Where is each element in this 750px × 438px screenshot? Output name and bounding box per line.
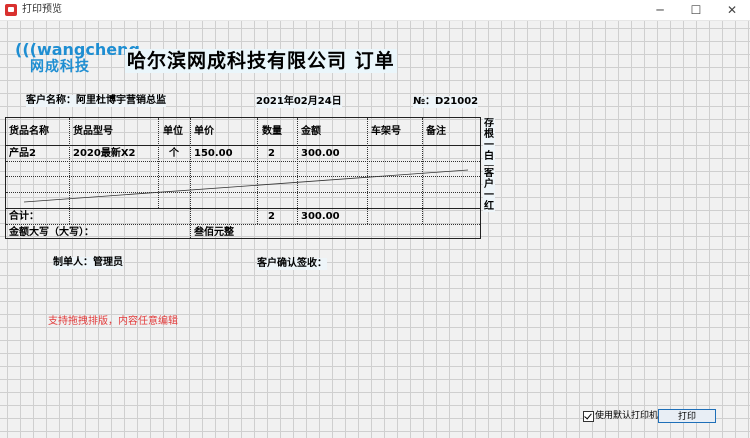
title-bar: 打印预览 ─ ☐ ✕: [0, 0, 750, 21]
company-title[interactable]: 哈尔滨网成科技有限公司 订单: [125, 49, 397, 73]
close-button[interactable]: ✕: [714, 0, 750, 20]
order-table[interactable]: 货品名称 货品型号 单位 单价 数量 金额 车架号 备注 产品2 2020最新X…: [5, 117, 481, 239]
minimize-button[interactable]: ─: [642, 0, 678, 20]
row1-model[interactable]: 2020最新X2: [73, 148, 136, 160]
col-header-amount[interactable]: 金额: [301, 126, 321, 138]
stub-copy-strip[interactable]: 存根一白一: [483, 118, 495, 166]
row1-price[interactable]: 150.00: [194, 148, 233, 160]
row1-amount[interactable]: 300.00: [301, 148, 340, 160]
drag-edit-hint[interactable]: 支持拖拽排版，内容任意编辑: [48, 316, 178, 328]
col-header-name[interactable]: 货品名称: [9, 126, 49, 138]
printer-app-icon: [5, 4, 17, 16]
total-label[interactable]: 合计：: [9, 211, 39, 223]
amount-words-label[interactable]: 金额大写（大写）：: [9, 227, 94, 239]
customer-sign-label[interactable]: 客户确认签收：: [257, 258, 327, 270]
default-printer-checkbox[interactable]: [583, 411, 594, 422]
amount-words[interactable]: 叁佰元整: [194, 227, 234, 239]
maker-label[interactable]: 制单人：管理员: [53, 257, 123, 269]
total-qty[interactable]: 2: [268, 211, 275, 223]
window-title: 打印预览: [22, 4, 62, 15]
print-button[interactable]: 打印: [658, 409, 716, 423]
order-date[interactable]: 2021年02月24日: [256, 96, 342, 108]
col-header-remark[interactable]: 备注: [426, 126, 446, 138]
customer-name-label[interactable]: 客户名称：阿里杜博宇营销总监: [26, 95, 166, 107]
total-amount[interactable]: 300.00: [301, 211, 340, 223]
logo-chinese: 网成科技: [30, 59, 90, 75]
maximize-button[interactable]: ☐: [678, 0, 714, 20]
order-number[interactable]: №：D21002: [413, 96, 479, 108]
col-header-unit[interactable]: 单位: [163, 126, 183, 138]
row1-qty[interactable]: 2: [268, 148, 275, 160]
row1-unit[interactable]: 个: [169, 148, 179, 160]
col-header-model[interactable]: 货品型号: [73, 126, 113, 138]
col-header-frame-no[interactable]: 车架号: [371, 126, 401, 138]
default-printer-label[interactable]: 使用默认打印机: [595, 410, 658, 422]
col-header-qty[interactable]: 数量: [262, 126, 282, 138]
customer-copy-strip[interactable]: 客户一红一: [483, 168, 495, 212]
col-header-price[interactable]: 单价: [194, 126, 214, 138]
row1-name[interactable]: 产品2: [9, 148, 36, 160]
